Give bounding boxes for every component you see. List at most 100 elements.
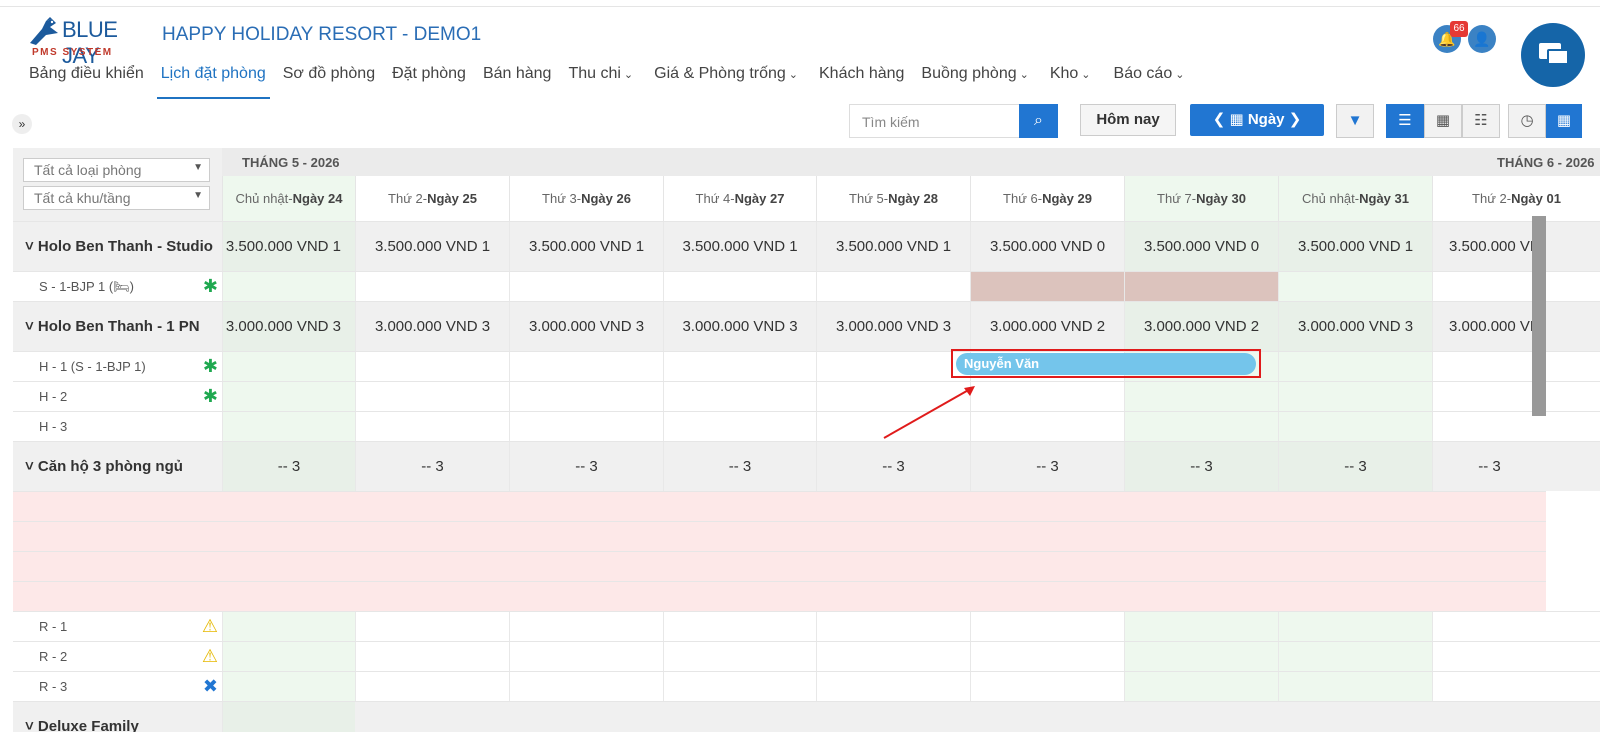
clean-status-asterisk-icon[interactable]: ✱: [203, 386, 218, 407]
room-label[interactable]: R - 1 ⚠: [13, 612, 222, 641]
day-header-cell[interactable]: Thứ 7-Ngày 30: [1124, 176, 1278, 221]
rate-cell[interactable]: 3.000.000 VND 2: [1124, 302, 1278, 351]
day-header-cell[interactable]: Chủ nhật-Ngày 24: [222, 176, 355, 221]
vertical-scrollbar[interactable]: [1532, 216, 1546, 416]
rate-cell[interactable]: -- 3: [355, 442, 509, 491]
nav-income-expense[interactable]: Thu chi ⌄: [568, 65, 633, 95]
rate-cell[interactable]: 3.500.000 VND: [1432, 222, 1546, 271]
rate-cell[interactable]: -- 3: [1278, 442, 1432, 491]
day-view-label[interactable]: Ngày: [1248, 111, 1285, 128]
rate-cell[interactable]: -- 3: [816, 442, 970, 491]
day-header-cell[interactable]: Chủ nhật-Ngày 31: [1278, 176, 1432, 221]
rate-cell[interactable]: 3.500.000 VND 1: [663, 222, 816, 271]
rate-cell[interactable]: 3.500.000 VND 0: [1124, 222, 1278, 271]
nav-housekeeping[interactable]: Buồng phòng ⌄: [921, 65, 1028, 95]
room-row[interactable]: R - 3 ✖: [13, 671, 1600, 701]
room-label[interactable]: R - 2 ⚠: [13, 642, 222, 671]
rate-cell[interactable]: -- 3: [1124, 442, 1278, 491]
rate-cell[interactable]: -- 3: [970, 442, 1124, 491]
logo[interactable]: BLUE JAY PMS SYSTEM: [28, 15, 148, 68]
room-group-row[interactable]: ˅ Holo Ben Thanh - 1 PN 3.000.000 VND 3 …: [13, 301, 1600, 351]
room-row[interactable]: S - 1-BJP 1 (🛏) ✱: [13, 271, 1600, 301]
unassigned-row[interactable]: [13, 581, 1546, 611]
user-avatar-icon[interactable]: 👤: [1468, 25, 1496, 53]
room-group-row[interactable]: ˅ Holo Ben Thanh - Studio 3.500.000 VND …: [13, 221, 1600, 271]
unassigned-row[interactable]: [13, 551, 1546, 581]
room-row[interactable]: H - 1 (S - 1-BJP 1) ✱: [13, 351, 1600, 381]
rate-cell[interactable]: -- 3: [1432, 442, 1546, 491]
room-row[interactable]: R - 2 ⚠: [13, 641, 1600, 671]
nav-booking-calendar[interactable]: Lịch đặt phòng: [156, 65, 270, 99]
filter-button[interactable]: ▼: [1336, 104, 1374, 138]
room-group-row[interactable]: ˅ Căn hộ 3 phòng ngủ -- 3 -- 3 -- 3 -- 3…: [13, 441, 1600, 491]
rate-cell[interactable]: 3.500.000 VND 1: [509, 222, 663, 271]
warning-icon[interactable]: ⚠: [202, 616, 218, 637]
list-view-button[interactable]: ☷: [1462, 104, 1500, 138]
clean-status-asterisk-icon[interactable]: ✱: [203, 276, 218, 297]
nav-dashboard[interactable]: Bảng điều khiển: [29, 65, 144, 95]
room-label[interactable]: H - 1 (S - 1-BJP 1) ✱: [13, 352, 222, 381]
rate-cell[interactable]: 3.000.000 VND 3: [1278, 302, 1432, 351]
rate-cell[interactable]: 3.500.000 VND 1: [1278, 222, 1432, 271]
rate-cell[interactable]: 3.500.000 VND 0: [970, 222, 1124, 271]
unassigned-row[interactable]: [13, 491, 1546, 521]
warning-icon[interactable]: ⚠: [202, 646, 218, 667]
next-day-icon[interactable]: ❯: [1289, 111, 1302, 128]
rate-cell[interactable]: 3.000.000 VND 3: [509, 302, 663, 351]
rate-cell[interactable]: 3.500.000 VND 1: [816, 222, 970, 271]
room-row[interactable]: R - 1 ⚠: [13, 611, 1600, 641]
search-input[interactable]: Tìm kiếm: [849, 104, 1019, 138]
room-row[interactable]: H - 3: [13, 411, 1600, 441]
rate-cell[interactable]: 3.000.000 VND 3: [816, 302, 970, 351]
unassigned-row[interactable]: [13, 521, 1546, 551]
room-group-label[interactable]: ˅ Deluxe Family: [13, 702, 222, 732]
rate-cell[interactable]: 3.000.000 VND 2: [970, 302, 1124, 351]
nav-customers[interactable]: Khách hàng: [819, 65, 904, 95]
room-label[interactable]: S - 1-BJP 1 (🛏) ✱: [13, 272, 222, 301]
calendar-view-button[interactable]: ▦: [1546, 104, 1582, 138]
room-group-row[interactable]: ˅ Deluxe Family: [13, 701, 1600, 732]
day-header-cell[interactable]: Thứ 6-Ngày 29: [970, 176, 1124, 221]
rate-cell[interactable]: 3.000.000 VND 3: [222, 302, 355, 351]
rate-cell[interactable]: -- 3: [509, 442, 663, 491]
timeline-view-button[interactable]: ◷: [1508, 104, 1546, 138]
maintenance-tools-icon[interactable]: ✖: [203, 676, 218, 697]
area-select[interactable]: Tất cả khu/tầng ▼: [23, 186, 210, 210]
rate-cell[interactable]: 3.000.000 VND: [1432, 302, 1546, 351]
room-label[interactable]: R - 3 ✖: [13, 672, 222, 701]
rate-cell[interactable]: -- 3: [222, 442, 355, 491]
nav-room-map[interactable]: Sơ đồ phòng: [283, 65, 375, 95]
nav-reports[interactable]: Báo cáo ⌄: [1114, 65, 1185, 95]
room-group-label[interactable]: ˅ Holo Ben Thanh - Studio: [13, 222, 222, 271]
room-type-select[interactable]: Tất cả loại phòng ▼: [23, 158, 210, 182]
clean-status-asterisk-icon[interactable]: ✱: [203, 356, 218, 377]
room-group-label[interactable]: ˅ Căn hộ 3 phòng ngủ: [13, 442, 222, 491]
room-label[interactable]: H - 3: [13, 412, 222, 441]
rate-cell[interactable]: 3.500.000 VND 1: [355, 222, 509, 271]
nav-sales[interactable]: Bán hàng: [483, 65, 552, 95]
day-header-cell[interactable]: Thứ 2-Ngày 01: [1432, 176, 1600, 221]
day-header-cell[interactable]: Thứ 3-Ngày 26: [509, 176, 663, 221]
today-button[interactable]: Hôm nay: [1080, 104, 1176, 136]
expand-sidebar-button[interactable]: »: [12, 114, 32, 134]
day-header-cell[interactable]: Thứ 4-Ngày 27: [663, 176, 816, 221]
day-header-cell[interactable]: Thứ 2-Ngày 25: [355, 176, 509, 221]
rate-cell[interactable]: -- 3: [663, 442, 816, 491]
nav-rates-availability[interactable]: Giá & Phòng trống ⌄: [654, 65, 798, 95]
day-header-cell[interactable]: Thứ 5-Ngày 28: [816, 176, 970, 221]
chat-icon[interactable]: [1521, 23, 1585, 87]
room-label[interactable]: H - 2 ✱: [13, 382, 222, 411]
nav-reservation[interactable]: Đặt phòng: [392, 65, 466, 95]
settings-sliders-button[interactable]: ☰: [1386, 104, 1424, 138]
blocked-cell[interactable]: [1124, 272, 1278, 301]
room-row[interactable]: H - 2 ✱: [13, 381, 1600, 411]
grid-view-button[interactable]: ▦: [1424, 104, 1462, 138]
rate-cell[interactable]: 3.500.000 VND 1: [222, 222, 355, 271]
nav-warehouse[interactable]: Kho ⌄: [1050, 65, 1091, 95]
prev-day-icon[interactable]: ❮: [1213, 111, 1226, 128]
rate-cell[interactable]: 3.000.000 VND 3: [663, 302, 816, 351]
blocked-cell[interactable]: [970, 272, 1124, 301]
room-group-label[interactable]: ˅ Holo Ben Thanh - 1 PN: [13, 302, 222, 351]
search-button[interactable]: ⌕: [1019, 104, 1058, 138]
rate-cell[interactable]: 3.000.000 VND 3: [355, 302, 509, 351]
